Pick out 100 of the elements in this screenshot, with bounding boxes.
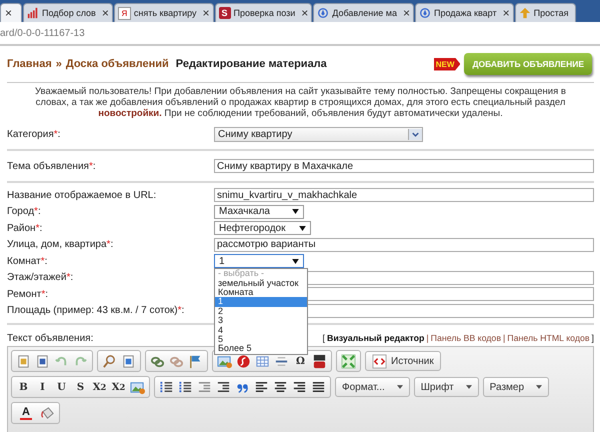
url-text: ard/0-0-0-11167-13 <box>0 28 85 38</box>
document-icon[interactable] <box>35 354 50 368</box>
toolbar-button[interactable]: B <box>14 378 33 396</box>
field-label: Площадь (пример: 43 кв.м. / 7 соток)*: <box>7 305 186 316</box>
caret-icon <box>396 385 403 389</box>
document-icon[interactable] <box>16 354 31 368</box>
text-color-button[interactable]: A <box>20 406 32 420</box>
dropdown-select[interactable]: Нефтегородок <box>214 221 312 236</box>
text-field[interactable]: snimu_kvartiru_v_makhachkale <box>214 188 594 202</box>
close-icon[interactable]: × <box>301 7 308 19</box>
bracket: ] <box>592 333 594 343</box>
bar-chart-icon <box>27 7 39 19</box>
caret-icon <box>466 385 472 389</box>
toolbar-dropdown[interactable]: Шрифт <box>414 377 479 397</box>
option-item: - выбрать - <box>217 269 266 279</box>
close-icon[interactable]: × <box>402 7 410 19</box>
logo-icon: S <box>218 7 231 19</box>
field-label: Район*: <box>7 222 44 234</box>
browser-tab[interactable]: Подбор слов × <box>23 3 113 22</box>
toolbar-dropdown[interactable]: Размер <box>482 377 550 397</box>
align-right-icon[interactable] <box>292 380 307 394</box>
code-icon <box>372 354 387 368</box>
toolbar-button[interactable]: S <box>71 378 90 396</box>
close-icon[interactable]: × <box>102 7 109 19</box>
field-label: Текст объявления: <box>7 332 94 344</box>
justify-icon[interactable] <box>311 380 326 394</box>
board-link[interactable]: Доска объявлений <box>66 58 169 70</box>
field-label: Ремонт*: <box>7 288 50 300</box>
toolbar-button[interactable]: Ω <box>291 352 310 370</box>
dropdown-select[interactable]: 1 <box>214 254 304 268</box>
browser-tab[interactable]: Продажа кварт × <box>414 3 514 22</box>
field-label: Тема объявления*: <box>7 160 97 172</box>
field-label: Улица, дом, квартира*: <box>7 239 114 250</box>
close-icon[interactable]: × <box>202 7 210 19</box>
option-item[interactable]: Комната <box>215 288 307 298</box>
option-item[interactable]: Более 5 <box>215 344 307 354</box>
field-label: Город*: <box>7 206 42 218</box>
editor-mode-link[interactable]: Панель BB кодов <box>430 333 501 343</box>
notice-text: Уважаемый пользователь! При добавлении объявления на сайт указывайте тему полностью. Запрещены сокращения в словах, а так же добавления объявлений о продажах квартир в строящихся домах, для этого есть специальный раздел новостройки. При не соблюдении требований, объявления будут автоматически удалены. <box>34 86 567 119</box>
tab-title: снять квартиру <box>134 8 196 18</box>
source-button[interactable]: Источник <box>365 351 441 371</box>
separator: | <box>426 333 429 343</box>
field-label: Название отображаемое в URL: <box>7 190 158 201</box>
breadcrumb-separator: » <box>56 58 62 70</box>
flash-icon[interactable] <box>236 354 251 368</box>
new-badge: NEW <box>434 58 460 70</box>
option-item[interactable]: земельный участок <box>215 278 307 288</box>
up-arrow-icon <box>518 7 531 19</box>
image-icon[interactable] <box>217 354 232 368</box>
new-buildings-link[interactable]: новостройки. <box>98 108 162 119</box>
editor-mode-link[interactable]: Панель HTML кодов <box>507 333 590 343</box>
search-icon[interactable] <box>102 354 117 368</box>
chevron-down-icon <box>408 128 422 140</box>
close-icon[interactable]: × <box>502 7 510 19</box>
toolbar-button[interactable]: I <box>33 378 52 396</box>
indent-icon[interactable] <box>216 380 231 394</box>
option-item[interactable]: 2 <box>215 306 307 316</box>
align-left-icon[interactable] <box>254 380 269 394</box>
option-item[interactable]: 4 <box>215 326 307 335</box>
tab-title: Подбор слов <box>42 8 96 18</box>
tab-title: Простая <box>534 8 569 18</box>
home-link[interactable]: Главная <box>7 58 52 70</box>
drop-icon <box>418 7 431 19</box>
bracket: [ <box>322 333 325 343</box>
text-field[interactable]: Сниму квартиру в Махачкале <box>214 159 594 173</box>
maximize-icon[interactable] <box>341 354 356 368</box>
browser-tab[interactable]: × <box>0 3 22 22</box>
bullet-list-icon[interactable] <box>178 380 193 394</box>
option-item[interactable]: 1 <box>215 297 307 307</box>
page-title: Редактирование материала <box>176 58 327 70</box>
browser-tab[interactable]: S Проверка пози × <box>214 3 312 22</box>
option-item[interactable]: 3 <box>215 316 307 326</box>
image-icon[interactable] <box>130 380 145 394</box>
toolbar-dropdown[interactable]: Формат... <box>335 377 410 397</box>
editor-mode-link[interactable]: Визуальный редактор <box>327 333 424 343</box>
field-label: Этаж/этажей*: <box>7 272 74 284</box>
field-label: Комнат*: <box>7 256 48 267</box>
dropdown-arrow-icon <box>292 209 299 214</box>
browser-tab[interactable]: Я снять квартиру × <box>114 3 214 22</box>
category-select[interactable]: Сниму квартиру <box>214 126 423 142</box>
field-label: Категория*: <box>7 128 62 140</box>
numbered-list-icon[interactable] <box>159 380 174 394</box>
table-icon[interactable] <box>255 354 270 368</box>
text-field[interactable]: рассмотрю варианты <box>214 238 594 252</box>
browser-tab[interactable]: Простая <box>514 3 576 22</box>
tab-title: Добавление ма <box>332 8 397 18</box>
dropdown-arrow-icon <box>299 226 306 231</box>
tab-title: Проверка пози <box>234 8 296 18</box>
dropdown-arrow-icon <box>292 258 299 264</box>
tab-title: Продажа кварт <box>434 8 497 18</box>
caret-icon <box>536 385 542 389</box>
align-center-icon[interactable] <box>273 380 288 394</box>
browser-tab[interactable]: Добавление ма × <box>313 3 414 22</box>
toolbar-button[interactable]: U <box>52 378 71 396</box>
separator: | <box>503 333 506 343</box>
flag-icon[interactable] <box>188 354 203 368</box>
dropdown-select[interactable]: Махачкала <box>214 204 304 219</box>
option-item[interactable]: 5 <box>215 334 307 344</box>
paint-bucket-icon[interactable] <box>40 406 55 420</box>
close-icon[interactable]: × <box>5 7 12 19</box>
